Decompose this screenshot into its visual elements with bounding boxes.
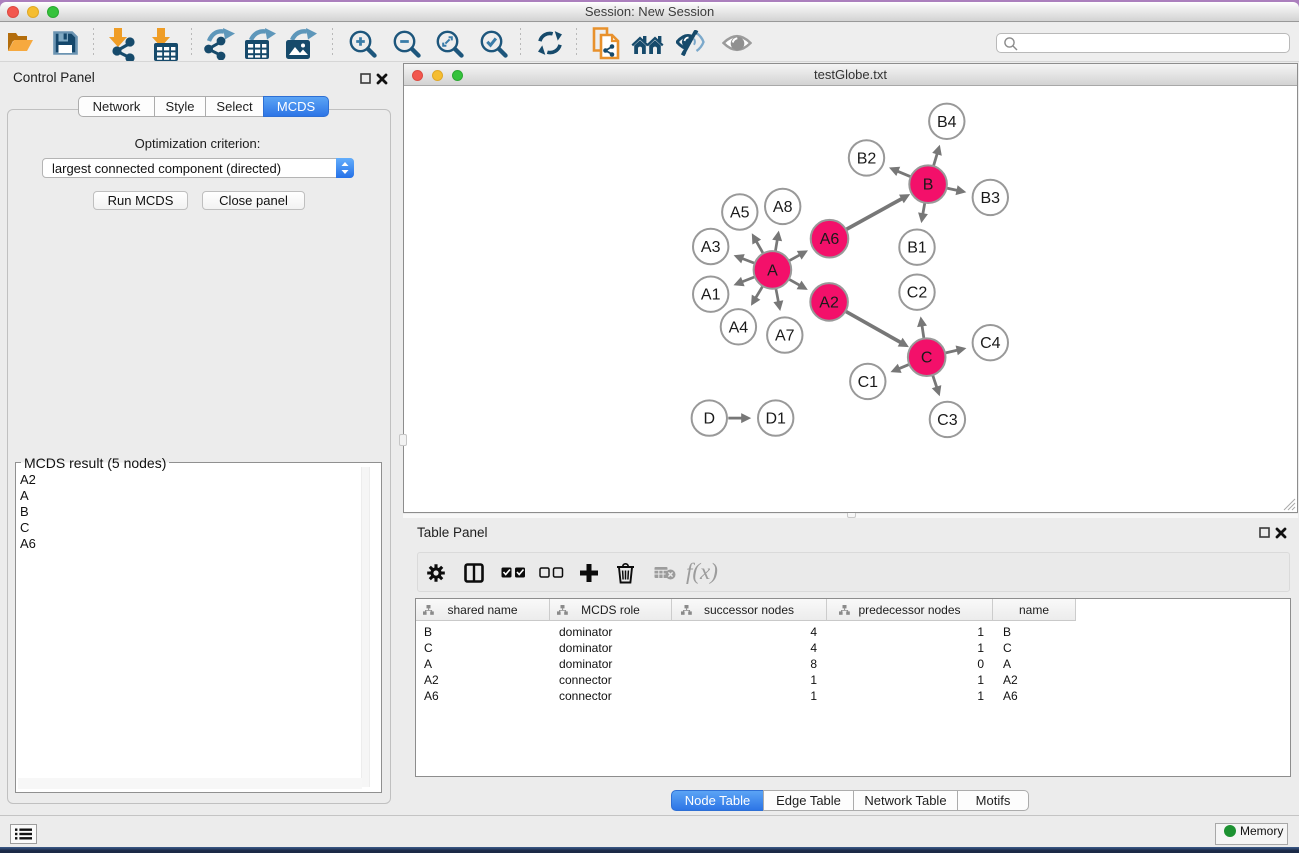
- svg-text:B: B: [923, 177, 934, 194]
- svg-text:B4: B4: [937, 114, 957, 131]
- svg-text:A7: A7: [775, 328, 795, 345]
- svg-text:C3: C3: [937, 412, 958, 429]
- svg-text:B2: B2: [857, 150, 877, 167]
- svg-text:A: A: [767, 262, 778, 279]
- svg-text:C: C: [921, 350, 933, 367]
- svg-text:D: D: [704, 411, 716, 428]
- svg-text:B1: B1: [907, 240, 927, 257]
- svg-text:A8: A8: [773, 199, 793, 216]
- svg-text:A4: A4: [729, 319, 749, 336]
- svg-text:B3: B3: [981, 190, 1001, 207]
- svg-text:A3: A3: [701, 239, 721, 256]
- svg-text:A6: A6: [820, 231, 840, 248]
- svg-text:A1: A1: [701, 287, 721, 304]
- svg-text:C2: C2: [907, 285, 928, 302]
- svg-text:A2: A2: [819, 294, 839, 311]
- svg-text:D1: D1: [765, 411, 786, 428]
- svg-text:C4: C4: [980, 335, 1001, 352]
- svg-text:C1: C1: [858, 374, 879, 391]
- svg-text:A5: A5: [730, 205, 750, 222]
